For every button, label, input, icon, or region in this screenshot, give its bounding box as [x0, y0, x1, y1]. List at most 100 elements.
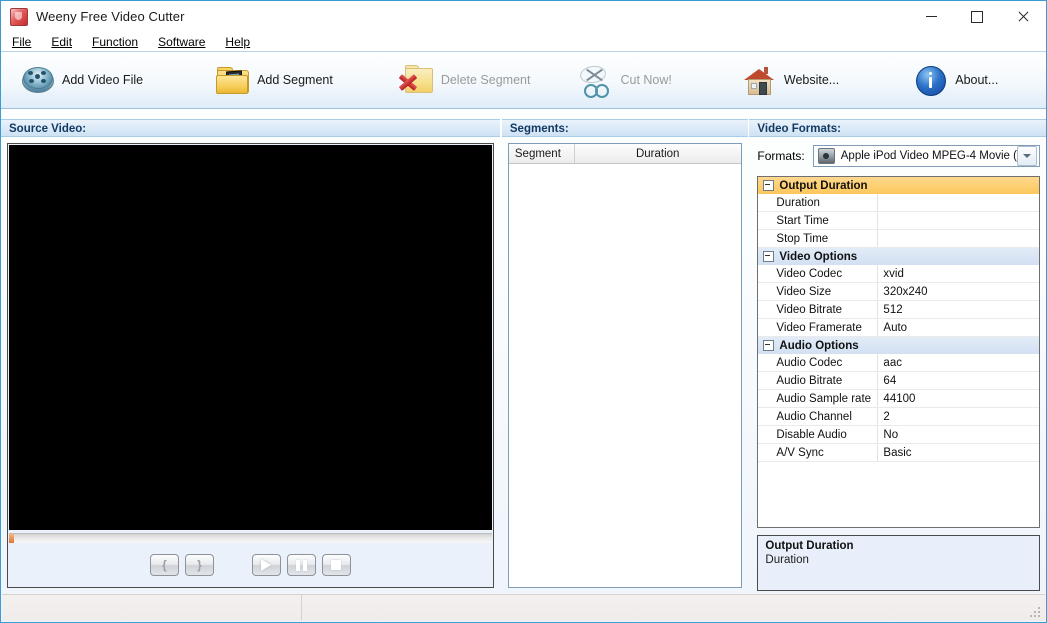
title-bar: Weeny Free Video Cutter — [1, 1, 1046, 32]
delete-folder-icon — [398, 63, 433, 97]
menu-software-label: Software — [158, 34, 206, 49]
window-title: Weeny Free Video Cutter — [36, 9, 185, 24]
format-combobox[interactable]: Apple iPod Video MPEG-4 Movie ( — [812, 145, 1040, 167]
property-value-video-framerate[interactable]: Auto — [878, 319, 1039, 336]
property-value-audio-codec[interactable]: aac — [878, 354, 1039, 371]
property-name-stop-time: Stop Time — [758, 230, 879, 247]
close-button[interactable] — [1000, 1, 1046, 32]
play-button[interactable] — [251, 554, 281, 576]
delete-segment-button[interactable]: Delete Segment — [392, 56, 546, 104]
column-header-segment[interactable]: Segment — [509, 144, 575, 163]
formats-selector-row: Formats: Apple iPod Video MPEG-4 Movie ( — [749, 137, 1046, 173]
property-value-audio-sample-rate[interactable]: 44100 — [878, 390, 1039, 407]
cut-now-button[interactable]: Cut Now! — [571, 56, 686, 104]
collapse-icon[interactable] — [763, 340, 775, 351]
menu-function-label: Function — [92, 34, 139, 49]
close-icon — [1017, 11, 1029, 23]
property-name-video-framerate: Video Framerate — [758, 319, 879, 336]
property-value-duration[interactable] — [878, 194, 1039, 211]
property-name-video-bitrate: Video Bitrate — [758, 301, 879, 318]
menu-bar: File Edit Function Software Help — [1, 32, 1046, 52]
add-segment-button[interactable]: Add Segment — [208, 56, 348, 104]
add-folder-filmstrip-icon — [215, 63, 250, 97]
menu-file[interactable]: File — [10, 34, 40, 50]
source-video-header: Source Video: — [1, 119, 500, 137]
property-value-audio-bitrate[interactable]: 64 — [878, 372, 1039, 389]
property-row-audio-sample-rate[interactable]: Audio Sample rate 44100 — [758, 390, 1039, 408]
property-name-audio-bitrate: Audio Bitrate — [758, 372, 879, 389]
category-output-duration[interactable]: Output Duration — [758, 177, 1039, 194]
property-row-video-size[interactable]: Video Size 320x240 — [758, 283, 1039, 301]
property-row-audio-bitrate[interactable]: Audio Bitrate 64 — [758, 372, 1039, 390]
pause-button[interactable] — [286, 554, 316, 576]
menu-edit[interactable]: Edit — [49, 34, 81, 50]
property-row-video-bitrate[interactable]: Video Bitrate 512 — [758, 301, 1039, 319]
property-row-start-time[interactable]: Start Time — [758, 212, 1039, 230]
stop-icon — [331, 560, 342, 570]
property-row-duration[interactable]: Duration — [758, 194, 1039, 212]
category-audio-options[interactable]: Audio Options — [758, 337, 1039, 354]
property-row-disable-audio[interactable]: Disable Audio No — [758, 426, 1039, 444]
video-player: { } — [7, 143, 494, 588]
stop-button[interactable] — [321, 554, 351, 576]
property-value-stop-time[interactable] — [878, 230, 1039, 247]
menu-software[interactable]: Software — [156, 34, 214, 50]
delete-segment-label: Delete Segment — [440, 73, 531, 87]
about-label: About... — [955, 73, 999, 87]
property-row-video-framerate[interactable]: Video Framerate Auto — [758, 319, 1039, 337]
property-value-audio-channel[interactable]: 2 — [878, 408, 1039, 425]
set-stop-marker-button[interactable]: } — [184, 554, 214, 576]
film-reel-icon — [20, 63, 54, 97]
property-row-stop-time[interactable]: Stop Time — [758, 230, 1039, 248]
menu-help-label: Help — [225, 34, 251, 49]
category-video-options[interactable]: Video Options — [758, 248, 1039, 265]
about-button[interactable]: About... — [906, 56, 1013, 104]
property-value-av-sync[interactable]: Basic — [878, 444, 1039, 461]
property-name-video-size: Video Size — [758, 283, 879, 300]
video-formats-header: Video Formats: — [749, 119, 1046, 137]
property-name-audio-codec: Audio Codec — [758, 354, 879, 371]
property-row-video-codec[interactable]: Video Codec xvid — [758, 265, 1039, 283]
property-row-audio-channel[interactable]: Audio Channel 2 — [758, 408, 1039, 426]
property-name-disable-audio: Disable Audio — [758, 426, 879, 443]
resize-grip-icon[interactable] — [1030, 607, 1042, 619]
property-value-start-time[interactable] — [878, 212, 1039, 229]
cut-now-label: Cut Now! — [620, 73, 672, 87]
property-row-av-sync[interactable]: A/V Sync Basic — [758, 444, 1039, 462]
chevron-down-icon[interactable] — [1016, 146, 1037, 166]
collapse-icon[interactable] — [763, 180, 775, 191]
window-controls — [908, 1, 1046, 32]
maximize-icon — [971, 10, 983, 23]
property-value-video-size[interactable]: 320x240 — [878, 283, 1039, 300]
app-icon — [10, 7, 28, 26]
toolbar: Add Video File Add Segment Delete Segmen… — [1, 52, 1046, 109]
maximize-button[interactable] — [954, 1, 1000, 32]
collapse-icon[interactable] — [763, 251, 775, 262]
format-property-grid[interactable]: Output Duration Duration Start Time Stop… — [757, 176, 1040, 528]
status-bar — [2, 594, 1045, 621]
seek-slider[interactable] — [9, 533, 492, 543]
info-icon — [913, 63, 947, 97]
segments-list-header: Segment Duration — [508, 144, 741, 164]
menu-help[interactable]: Help — [223, 34, 259, 50]
source-video-body: { } — [1, 137, 500, 594]
column-header-duration[interactable]: Duration — [575, 144, 741, 163]
website-button[interactable]: Website... — [735, 56, 854, 104]
menu-function[interactable]: Function — [90, 34, 147, 50]
main-content: Source Video: { } Segments: Segment Dura… — [1, 119, 1046, 594]
property-row-audio-codec[interactable]: Audio Codec aac — [758, 354, 1039, 372]
minimize-button[interactable] — [908, 1, 954, 32]
menu-edit-label: Edit — [51, 34, 73, 49]
segments-list[interactable]: Segment Duration — [507, 143, 742, 588]
menu-file-label: File — [12, 34, 32, 49]
set-start-marker-button[interactable]: { — [149, 554, 179, 576]
property-value-video-codec[interactable]: xvid — [878, 265, 1039, 282]
video-formats-body: Formats: Apple iPod Video MPEG-4 Movie (… — [749, 137, 1046, 597]
video-display[interactable] — [9, 145, 492, 530]
property-grid-filler — [758, 462, 1039, 527]
property-value-video-bitrate[interactable]: 512 — [878, 301, 1039, 318]
seek-thumb[interactable] — [9, 534, 14, 543]
property-name-start-time: Start Time — [758, 212, 879, 229]
property-value-disable-audio[interactable]: No — [878, 426, 1039, 443]
add-video-file-button[interactable]: Add Video File — [13, 56, 158, 104]
